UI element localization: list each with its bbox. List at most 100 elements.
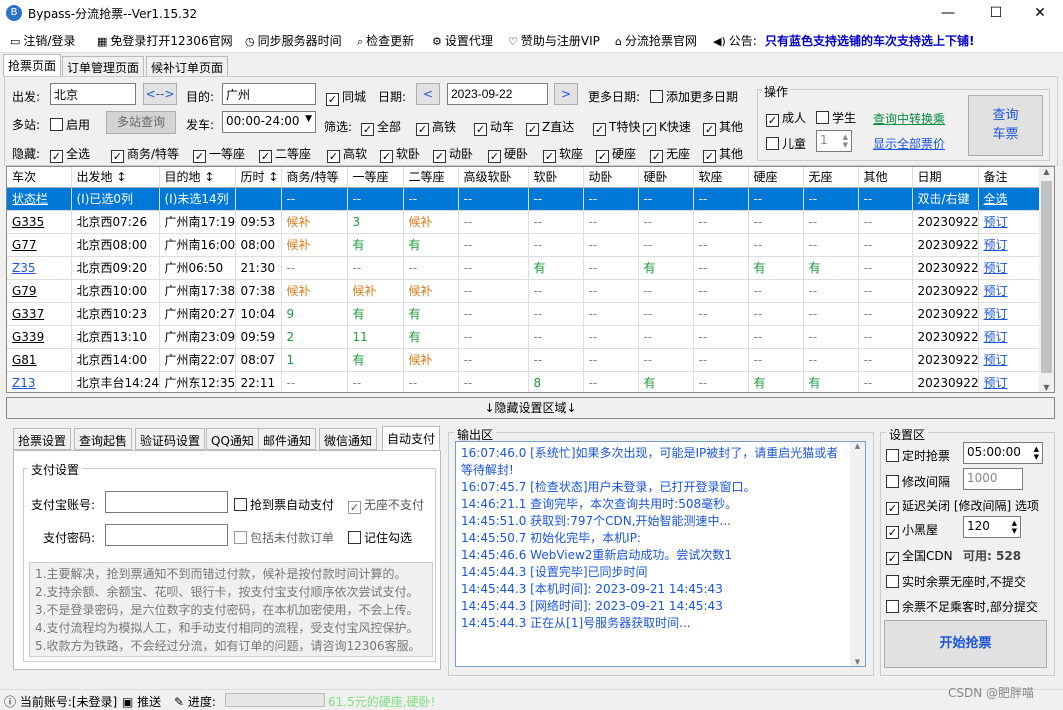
scroll-down-icon[interactable]: ▼ xyxy=(1039,383,1054,392)
book-link[interactable]: 预订 xyxy=(978,233,1044,257)
add-dates-checkbox[interactable]: 添加更多日期 xyxy=(650,88,738,105)
tab-booking[interactable]: 抢票页面 xyxy=(3,54,62,77)
hide-seat-checkbox[interactable]: ✓ 硬座 xyxy=(596,145,636,163)
table-cell[interactable]: Z35 xyxy=(7,256,72,280)
column-header[interactable]: 二等座 xyxy=(403,167,459,188)
filter-checkbox[interactable]: ✓ Z直达 xyxy=(526,118,574,136)
column-header[interactable]: 出发地 ↕ xyxy=(71,167,160,188)
column-header[interactable]: 备注 xyxy=(978,167,1044,188)
scroll-up-icon[interactable]: ▲ xyxy=(850,442,865,450)
prev-date-button[interactable]: < xyxy=(416,83,440,105)
bottom-tab[interactable]: 抢票设置 xyxy=(13,428,72,450)
hide-seat-checkbox[interactable]: ✓ 软座 xyxy=(543,145,583,163)
child-checkbox[interactable]: 儿童 xyxy=(766,135,806,152)
swap-button[interactable]: <--> xyxy=(143,83,177,105)
samecity-checkbox[interactable]: ✓ 同城 xyxy=(326,88,366,106)
student-checkbox[interactable]: 学生 xyxy=(816,109,856,126)
date-input[interactable] xyxy=(447,83,548,105)
column-header[interactable]: 软座 xyxy=(693,167,749,188)
column-header[interactable]: 软卧 xyxy=(528,167,584,188)
scroll-down-icon[interactable]: ▼ xyxy=(850,658,865,666)
depart-range-select[interactable]: 00:00-24:00 ▼ xyxy=(222,111,316,133)
timed-checkbox[interactable]: 定时抢票 xyxy=(886,447,950,464)
column-header[interactable]: 商务/特等 xyxy=(281,167,348,188)
minimize-button[interactable]: — xyxy=(925,0,971,27)
menu-sponsor[interactable]: ♡ 赞助与注册VIP xyxy=(508,32,600,48)
hide-seat-checkbox[interactable]: ✓ 二等座 xyxy=(259,145,311,163)
column-header[interactable]: 动卧 xyxy=(583,167,639,188)
partial-submit-checkbox[interactable]: 余票不足乘客时,部分提交 xyxy=(886,598,1038,615)
no-seat-checkbox[interactable]: ✓ 无座不支付 xyxy=(348,496,424,514)
book-link[interactable]: 预订 xyxy=(978,279,1044,303)
filter-checkbox[interactable]: ✓ K快速 xyxy=(643,118,691,136)
multi-enable-checkbox[interactable]: 启用 xyxy=(50,116,90,133)
hide-seat-checkbox[interactable]: ✓ 动卧 xyxy=(433,145,473,163)
to-input[interactable] xyxy=(222,83,316,105)
status-row[interactable]: 状态栏 (I)已选0列 (I)未选14列 -- -- -- -- -- -- -- -- -- -- --… xyxy=(7,187,1044,211)
child-count-stepper[interactable]: 1 ▲ ▼ xyxy=(816,130,852,152)
table-row[interactable]: G337 北京西10:23 广州南20:27 10:04 9 有有 -- -- -- -- -- --… xyxy=(7,302,1044,326)
timed-value-stepper[interactable]: 05:00:00 ▲ ▼ xyxy=(963,442,1043,464)
filter-checkbox[interactable]: ✓ 其他 xyxy=(703,118,743,136)
column-header[interactable]: 日期 xyxy=(912,167,979,188)
table-scrollbar[interactable]: ▲ ▼ xyxy=(1039,167,1054,392)
push-status[interactable]: ▣ 推送 xyxy=(122,693,161,710)
tab-orders[interactable]: 订单管理页面 xyxy=(62,56,145,77)
query-button[interactable]: 查询 车票 xyxy=(968,95,1043,156)
bottom-tab[interactable]: 验证码设置 xyxy=(135,428,206,450)
column-header[interactable]: 高级软卧 xyxy=(458,167,529,188)
pay-pwd-input[interactable] xyxy=(105,524,228,546)
blacklist-stepper[interactable]: 120 ▲ ▼ xyxy=(963,516,1021,538)
book-link[interactable]: 预订 xyxy=(978,210,1044,234)
realtime-checkbox[interactable]: 实时余票无座时,不提交 xyxy=(886,573,1026,590)
table-cell[interactable]: G81 xyxy=(7,348,72,372)
log-scrollbar[interactable]: ▲ ▼ xyxy=(850,442,865,666)
maximize-button[interactable]: ☐ xyxy=(973,0,1019,27)
interval-input[interactable]: 1000 xyxy=(963,468,1023,490)
column-header[interactable]: 硬座 xyxy=(748,167,804,188)
start-button[interactable]: 开始抢票 xyxy=(884,620,1047,668)
menu-notice[interactable]: ◀) 公告: xyxy=(713,32,757,48)
include-unpaid-checkbox[interactable]: 包括未付款订单 xyxy=(234,529,334,546)
hide-seat-checkbox[interactable]: ✓ 一等座 xyxy=(193,145,245,163)
scroll-thumb[interactable] xyxy=(1041,181,1052,373)
remember-checkbox[interactable]: 记住勾选 xyxy=(348,529,412,546)
blacklist-checkbox[interactable]: ✓ 小黑屋 xyxy=(886,521,938,539)
bottom-tab[interactable]: 查询起售 xyxy=(74,428,133,450)
hide-seat-checkbox[interactable]: ✓ 高软 xyxy=(327,145,367,163)
hide-seat-checkbox[interactable]: ✓ 软卧 xyxy=(380,145,420,163)
table-cell[interactable]: G337 xyxy=(7,302,72,326)
show-price-link[interactable]: 显示全部票价 xyxy=(873,135,945,152)
book-link[interactable]: 预订 xyxy=(978,256,1044,280)
filter-checkbox[interactable]: ✓ T特快 xyxy=(593,118,640,136)
book-link[interactable]: 预订 xyxy=(978,371,1044,392)
hide-seat-checkbox[interactable]: ✓ 商务/特等 xyxy=(111,145,179,163)
hide-seat-checkbox[interactable]: ✓ 硬卧 xyxy=(488,145,528,163)
bottom-tab[interactable]: 邮件通知 xyxy=(258,428,317,450)
tab-waitlist[interactable]: 候补订单页面 xyxy=(146,56,229,77)
scroll-up-icon[interactable]: ▲ xyxy=(1039,167,1054,176)
table-row[interactable]: G81 北京西14:00 广州南22:07 08:07 1 有候补 -- -- -- -- -- --… xyxy=(7,348,1044,372)
table-cell[interactable]: G339 xyxy=(7,325,72,349)
column-header[interactable]: 目的地 ↕ xyxy=(159,167,236,188)
column-header[interactable]: 硬卧 xyxy=(638,167,694,188)
book-link[interactable]: 预订 xyxy=(978,348,1044,372)
filter-checkbox[interactable]: ✓ 动车 xyxy=(474,118,514,136)
menu-proxy[interactable]: ⚙ 设置代理 xyxy=(432,32,493,48)
bottom-tab[interactable]: 微信通知 xyxy=(319,428,378,450)
hide-seat-checkbox[interactable]: ✓ 无座 xyxy=(650,145,690,163)
multi-query-button[interactable]: 多站查询 xyxy=(106,111,176,134)
hide-settings-bar[interactable]: ↓隐藏设置区域↓ xyxy=(6,397,1055,419)
filter-checkbox[interactable]: ✓ 高铁 xyxy=(416,118,456,136)
table-row[interactable]: G77 北京西08:00 广州南16:00 08:00 候补有有 -- -- -- -- -- --… xyxy=(7,233,1044,257)
table-cell[interactable]: Z13 xyxy=(7,371,72,392)
transfer-link[interactable]: 查询中转换乘 xyxy=(873,110,945,127)
alipay-input[interactable] xyxy=(105,491,228,513)
column-header[interactable]: 其他 xyxy=(858,167,913,188)
table-cell[interactable]: G77 xyxy=(7,233,72,257)
table-row[interactable]: G339 北京西13:10 广州南23:09 09:59 2 11 有 -- -- -- -- -- -… xyxy=(7,325,1044,349)
table-row[interactable]: Z13 北京丰台14:24 广州东12:35 22:11 -- -- -- -- 8 -- 有 -- 有… xyxy=(7,371,1044,392)
delay-close-checkbox[interactable]: ✓ 延迟关闭 [修改间隔] 选项 xyxy=(886,497,1039,515)
menu-check-update[interactable]: ⌕ 检查更新 xyxy=(357,32,414,48)
next-date-button[interactable]: > xyxy=(554,83,578,105)
